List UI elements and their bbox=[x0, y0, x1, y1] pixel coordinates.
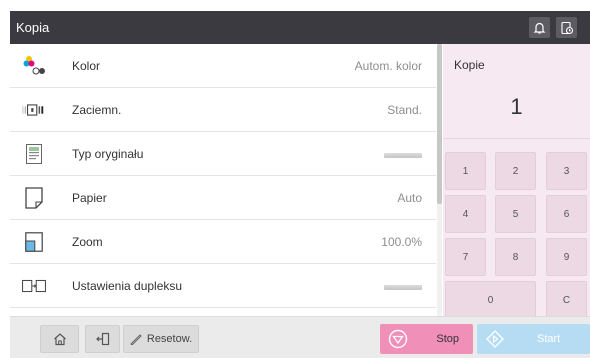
keypad-key-2[interactable]: 2 bbox=[495, 152, 536, 190]
original-type-icon bbox=[22, 142, 46, 166]
keypad-key-5[interactable]: 5 bbox=[495, 195, 536, 233]
stop-button[interactable]: Stop bbox=[380, 324, 473, 354]
duplex-icon bbox=[22, 274, 46, 298]
bell-icon[interactable] bbox=[529, 17, 550, 38]
keypad-key-8[interactable]: 8 bbox=[495, 238, 536, 276]
keypad-key-3[interactable]: 3 bbox=[546, 152, 587, 190]
setting-label: Ustawienia dupleksu bbox=[72, 279, 183, 293]
setting-row-paper[interactable]: Papier Auto bbox=[10, 176, 436, 220]
setting-row-color[interactable]: Kolor Autom. kolor bbox=[10, 44, 436, 88]
keypad-key-9[interactable]: 9 bbox=[546, 238, 587, 276]
copies-label: Kopie bbox=[454, 58, 485, 72]
start-button[interactable]: Start bbox=[477, 324, 590, 354]
copies-count: 1 bbox=[510, 94, 523, 119]
setting-row-duplex[interactable]: Ustawienia dupleksu bbox=[10, 264, 436, 308]
setting-row-zoom[interactable]: Zoom 100.0% bbox=[10, 220, 436, 264]
setting-row-density[interactable]: Zaciemn. Stand. bbox=[10, 88, 436, 132]
setting-label: Typ oryginału bbox=[72, 147, 144, 161]
keypad-key-1[interactable]: 1 bbox=[445, 152, 486, 190]
return-button[interactable] bbox=[85, 325, 120, 353]
eraser-icon bbox=[130, 334, 142, 345]
stop-icon bbox=[388, 329, 408, 349]
setting-label: Zaciemn. bbox=[72, 103, 122, 117]
setting-value-placeholder bbox=[384, 153, 422, 158]
home-icon bbox=[53, 333, 66, 346]
footer-bar: Resetow. Stop Start bbox=[10, 316, 590, 358]
setting-row-partial bbox=[10, 308, 436, 316]
keypad-key-0[interactable]: 0 bbox=[445, 281, 536, 319]
home-button[interactable] bbox=[40, 325, 79, 353]
panel-divider bbox=[443, 138, 590, 139]
setting-row-original-type[interactable]: Typ oryginału bbox=[10, 132, 436, 176]
setting-value: Autom. kolor bbox=[354, 59, 422, 73]
title-bar: Kopia bbox=[10, 11, 590, 44]
settings-list: Kolor Autom. kolor Zaciemn. Stand. Typ o… bbox=[10, 44, 443, 316]
start-label: Start bbox=[537, 333, 561, 345]
setting-label: Zoom bbox=[72, 235, 103, 249]
setting-label: Kolor bbox=[72, 59, 101, 73]
stop-label: Stop bbox=[436, 333, 459, 345]
keypad-key-6[interactable]: 6 bbox=[546, 195, 587, 233]
return-icon bbox=[95, 332, 109, 346]
keypad-key-4[interactable]: 4 bbox=[445, 195, 486, 233]
setting-label: Papier bbox=[72, 191, 107, 205]
copy-screen: Kopia Kolor Autom. kolor Zaciemn. Stand.… bbox=[10, 11, 590, 358]
keypad-key-clear[interactable]: C bbox=[546, 281, 587, 319]
device-status-icon[interactable] bbox=[556, 17, 577, 38]
setting-value: 100.0% bbox=[381, 235, 422, 249]
reset-button[interactable]: Resetow. bbox=[123, 325, 199, 353]
setting-value-placeholder bbox=[384, 285, 422, 290]
page-title: Kopia bbox=[16, 20, 50, 35]
scroll-thumb[interactable] bbox=[437, 44, 442, 204]
start-icon bbox=[486, 330, 504, 348]
paper-icon bbox=[22, 186, 46, 210]
density-icon bbox=[22, 98, 46, 122]
copies-panel: Kopie 1 1 2 3 4 5 6 7 8 9 0 C bbox=[443, 44, 590, 319]
list-scrollbar[interactable] bbox=[437, 44, 442, 316]
zoom-icon bbox=[22, 230, 46, 254]
setting-value: Auto bbox=[397, 191, 422, 205]
setting-value: Stand. bbox=[387, 103, 422, 117]
color-dots-icon bbox=[22, 54, 46, 78]
reset-label: Resetow. bbox=[146, 333, 193, 345]
keypad-key-7[interactable]: 7 bbox=[445, 238, 486, 276]
